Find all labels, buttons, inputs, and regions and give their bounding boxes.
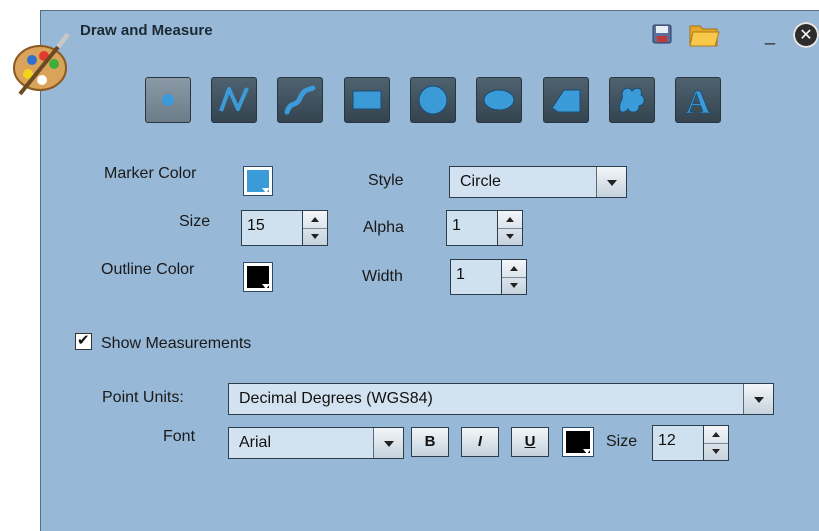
width-stepper-buttons (501, 259, 527, 295)
close-button[interactable]: ✕ (793, 22, 819, 48)
chevron-down-icon[interactable] (743, 384, 773, 414)
checkmark-icon: ✔ (77, 331, 90, 349)
size-increment-button[interactable] (303, 211, 327, 229)
font-select-value: Arial (239, 434, 272, 451)
freehand-line-tool-button[interactable] (277, 77, 323, 123)
font-size-decrement-button[interactable] (704, 444, 728, 461)
outline-color-label: Outline Color (101, 261, 195, 278)
minimize-button[interactable]: _ (765, 26, 775, 44)
show-measurements-label: Show Measurements (101, 335, 252, 352)
width-label: Width (362, 268, 403, 285)
size-label: Size (179, 213, 211, 230)
font-size-increment-button[interactable] (704, 426, 728, 444)
point-icon (162, 94, 174, 106)
folder-icon[interactable] (688, 20, 720, 48)
point-units-value: Decimal Degrees (WGS84) (239, 390, 433, 407)
ellipse-tool-button[interactable] (476, 77, 522, 123)
freehand-line-icon (284, 85, 316, 115)
text-tool-glyph: A (686, 84, 711, 121)
chevron-down-icon (262, 188, 270, 193)
save-icon[interactable] (652, 24, 672, 44)
point-units-select[interactable]: Decimal Degrees (WGS84) (228, 383, 774, 415)
chevron-down-icon[interactable] (373, 428, 403, 458)
polygon-tool-button[interactable] (543, 77, 589, 123)
width-increment-button[interactable] (502, 260, 526, 278)
point-units-label: Point Units: (102, 389, 184, 406)
size-decrement-button[interactable] (303, 229, 327, 246)
marker-color-label: Marker Color (104, 165, 197, 182)
point-tool-button[interactable] (145, 77, 191, 123)
style-label: Style (368, 172, 404, 189)
font-size-stepper-buttons (703, 425, 729, 461)
bold-button[interactable]: B (411, 427, 449, 457)
style-select[interactable]: Circle (449, 166, 627, 198)
alpha-stepper-buttons (497, 210, 523, 246)
chevron-down-icon (262, 284, 270, 289)
polyline-icon (219, 87, 249, 112)
alpha-input[interactable]: 1 (446, 210, 498, 246)
marker-color-swatch[interactable] (243, 166, 273, 196)
close-icon: ✕ (799, 25, 813, 44)
rectangle-icon (352, 90, 382, 110)
circle-icon (418, 85, 448, 115)
italic-button[interactable]: I (461, 427, 499, 457)
window-title: Draw and Measure (80, 22, 213, 39)
alpha-increment-button[interactable] (498, 211, 522, 229)
size-input[interactable]: 15 (241, 210, 303, 246)
size-stepper-buttons (302, 210, 328, 246)
show-measurements-checkbox[interactable]: ✔ (75, 331, 92, 350)
text-tool-button[interactable]: A (675, 77, 721, 123)
polyline-tool-button[interactable] (211, 77, 257, 123)
font-size-input[interactable]: 12 (652, 425, 704, 461)
alpha-label: Alpha (363, 219, 404, 236)
alpha-decrement-button[interactable] (498, 229, 522, 246)
style-select-value: Circle (460, 173, 501, 190)
chevron-down-icon[interactable] (596, 167, 626, 197)
text-icon: A (685, 84, 711, 122)
freehand-polygon-icon (619, 87, 645, 113)
width-decrement-button[interactable] (502, 278, 526, 295)
ellipse-icon (483, 89, 515, 111)
underline-button[interactable]: U (511, 427, 549, 457)
polygon-icon (551, 89, 581, 113)
font-select[interactable]: Arial (228, 427, 404, 459)
font-size-label: Size (606, 433, 638, 450)
outline-color-swatch[interactable] (243, 262, 273, 292)
palette-icon (13, 32, 70, 96)
chevron-down-icon (583, 449, 591, 454)
freehand-polygon-tool-button[interactable] (609, 77, 655, 123)
width-input[interactable]: 1 (450, 259, 502, 295)
rectangle-tool-button[interactable] (344, 77, 390, 123)
circle-tool-button[interactable] (410, 77, 456, 123)
font-color-swatch[interactable] (562, 427, 594, 457)
font-label: Font (163, 428, 196, 445)
